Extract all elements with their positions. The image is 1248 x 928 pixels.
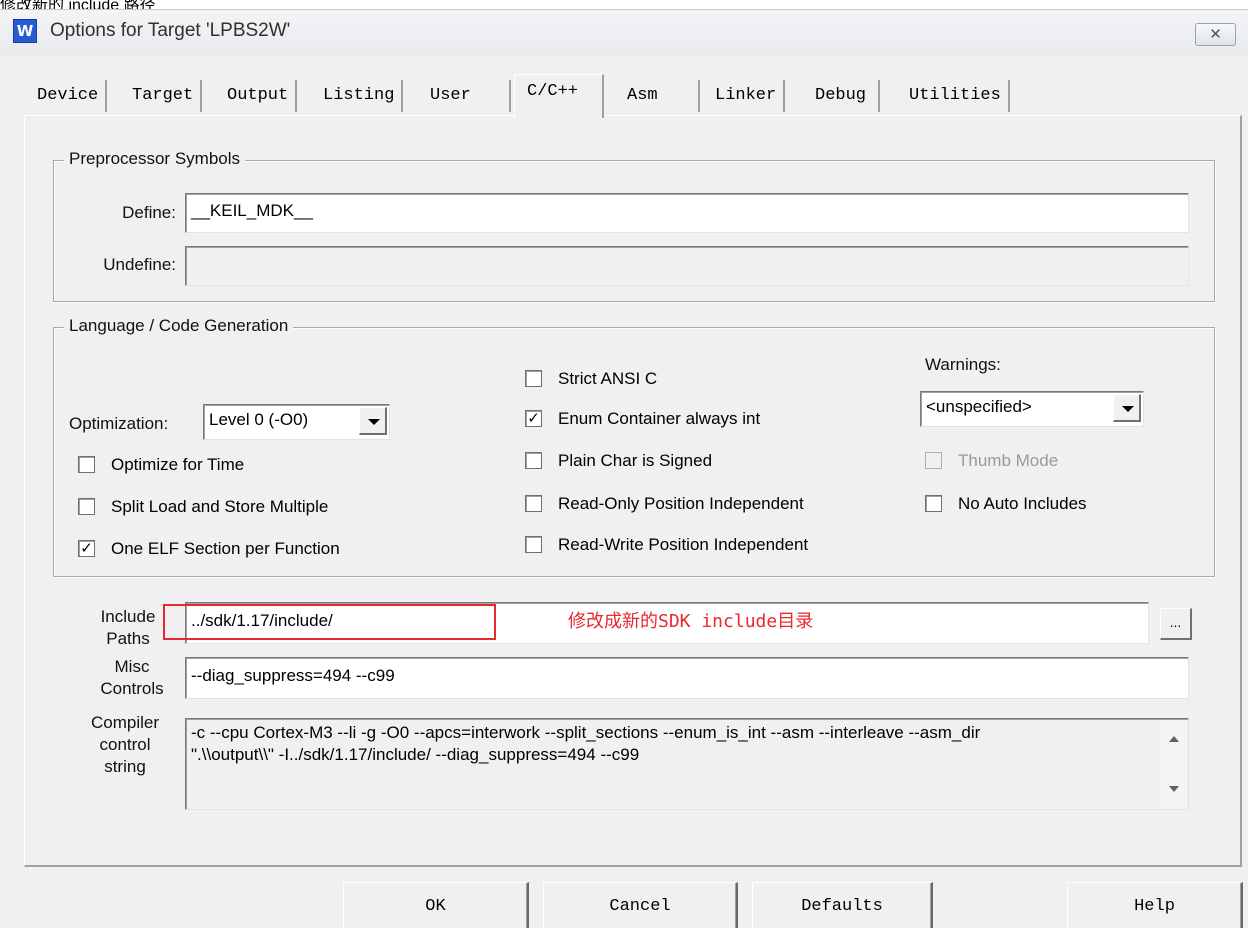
tab-linker[interactable]: Linker — [708, 80, 786, 112]
checkbox-box[interactable] — [525, 452, 542, 469]
misc-controls-input[interactable]: --diag_suppress=494 --c99 — [185, 657, 1189, 699]
check-mark-icon[interactable]: ✓ — [525, 410, 542, 427]
tab-c-cpp[interactable]: C/C++ — [514, 74, 605, 118]
browse-include-paths-button[interactable]: ... — [1160, 608, 1192, 640]
close-button[interactable]: ✕ — [1195, 23, 1236, 46]
checkbox-box[interactable] — [78, 456, 95, 473]
split-load-store-checkbox[interactable]: Split Load and Store Multiple — [78, 497, 408, 519]
warnings-select[interactable]: <unspecified> — [920, 391, 1144, 427]
compiler-control-label: Compiler control string — [90, 713, 160, 776]
define-input[interactable]: __KEIL_MDK__ — [185, 193, 1189, 233]
options-dialog: W Options for Target 'LPBS2W' ✕ Device T… — [0, 9, 1248, 928]
annotation-text: 修改成新的SDK include目录 — [568, 611, 814, 632]
chevron-down-icon[interactable] — [1113, 394, 1141, 422]
compiler-control-line-2: ".\\output\\" -I../sdk/1.17/include/ --d… — [191, 745, 640, 764]
checkbox-label: Read-Only Position Independent — [558, 494, 804, 513]
tab-device[interactable]: Device — [30, 80, 108, 112]
compiler-control-line-1: -c --cpu Cortex-M3 --li -g -O0 --apcs=in… — [191, 723, 981, 742]
tab-user[interactable]: User — [423, 80, 511, 112]
tab-asm[interactable]: Asm — [620, 80, 700, 112]
checkbox-label: Read-Write Position Independent — [558, 535, 809, 554]
misc-controls-label: Misc Controls — [100, 657, 164, 698]
plain-char-signed-checkbox[interactable]: Plain Char is Signed — [525, 451, 785, 473]
include-paths-label: Include Paths — [100, 607, 156, 648]
optimization-value: Level 0 (-O0) — [209, 410, 309, 429]
checkbox-label: Plain Char is Signed — [558, 451, 713, 470]
page-caption: 修改新的 include 路径 — [0, 0, 156, 14]
chevron-down-icon[interactable] — [359, 407, 387, 435]
checkbox-label: Thumb Mode — [958, 451, 1059, 470]
checkbox-box[interactable] — [525, 536, 542, 553]
optimization-label: Optimization: — [69, 414, 169, 433]
no-auto-includes-checkbox[interactable]: No Auto Includes — [925, 494, 1145, 516]
checkbox-label: No Auto Includes — [958, 494, 1087, 513]
one-elf-section-checkbox[interactable]: ✓ One ELF Section per Function — [78, 539, 408, 561]
scroll-down-icon[interactable] — [1169, 786, 1179, 792]
optimize-for-time-checkbox[interactable]: Optimize for Time — [78, 455, 338, 477]
window-title: Options for Target 'LPBS2W' — [50, 20, 291, 41]
tab-target[interactable]: Target — [125, 80, 203, 112]
define-label: Define: — [122, 203, 176, 222]
tab-output[interactable]: Output — [220, 80, 298, 112]
thumb-mode-checkbox: Thumb Mode — [925, 451, 1125, 473]
scroll-up-icon[interactable] — [1169, 736, 1179, 742]
vertical-scrollbar[interactable] — [1161, 720, 1187, 808]
keil-app-icon: W — [13, 19, 37, 43]
ro-position-independent-checkbox[interactable]: Read-Only Position Independent — [525, 494, 875, 516]
warnings-value: <unspecified> — [926, 397, 1032, 416]
checkbox-label: Enum Container always int — [558, 409, 761, 428]
checkbox-box[interactable] — [525, 370, 542, 387]
undefine-label: Undefine: — [103, 255, 176, 274]
rw-position-independent-checkbox[interactable]: Read-Write Position Independent — [525, 535, 885, 557]
tab-debug[interactable]: Debug — [808, 80, 881, 112]
checkbox-label: Optimize for Time — [111, 455, 245, 474]
language-legend: Language / Code Generation — [64, 316, 294, 336]
compiler-control-string: -c --cpu Cortex-M3 --li -g -O0 --apcs=in… — [185, 718, 1189, 810]
check-mark-icon[interactable]: ✓ — [78, 540, 95, 557]
preprocessor-legend: Preprocessor Symbols — [64, 149, 246, 169]
checkbox-box[interactable] — [78, 498, 95, 515]
defaults-button[interactable]: Defaults — [752, 882, 933, 928]
tab-utilities[interactable]: Utilities — [902, 80, 1010, 112]
checkbox-box[interactable] — [925, 495, 942, 512]
optimization-select[interactable]: Level 0 (-O0) — [203, 404, 390, 440]
warnings-label: Warnings: — [925, 355, 1001, 374]
undefine-input[interactable] — [185, 246, 1189, 286]
help-button[interactable]: Help — [1067, 882, 1243, 928]
title-bar: W Options for Target 'LPBS2W' ✕ — [0, 10, 1248, 56]
ok-button[interactable]: OK — [343, 882, 529, 928]
cancel-button[interactable]: Cancel — [543, 882, 738, 928]
strict-ansi-checkbox[interactable]: Strict ANSI C — [525, 369, 725, 391]
tab-strip: Device Target Output Listing User C/C++ … — [30, 74, 1050, 118]
annotation-highlight-box — [163, 604, 496, 640]
checkbox-label: One ELF Section per Function — [111, 539, 340, 558]
checkbox-label: Split Load and Store Multiple — [111, 497, 329, 516]
checkbox-box[interactable] — [525, 495, 542, 512]
checkbox-box — [925, 452, 942, 469]
checkbox-label: Strict ANSI C — [558, 369, 658, 388]
enum-container-checkbox[interactable]: ✓ Enum Container always int — [525, 409, 825, 431]
tab-listing[interactable]: Listing — [316, 80, 404, 112]
